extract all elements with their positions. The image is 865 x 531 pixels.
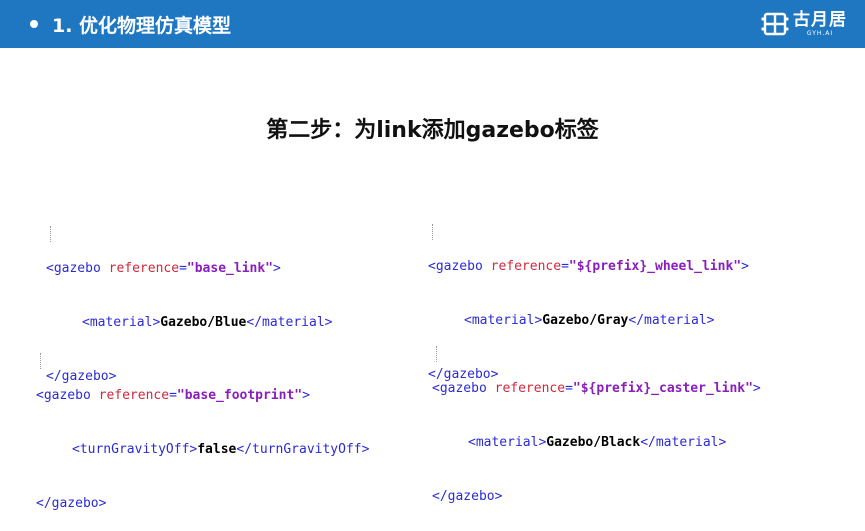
xml-value: "base_footprint" [176,388,303,403]
xml-value: "base_link" [186,261,273,276]
xml-tag: </material> [640,435,727,450]
code-line-close: </gazebo> [36,495,369,513]
code-line-close: </gazebo> [432,488,761,506]
indent-guide [432,224,433,240]
page-title: 第二步：为link添加gazebo标签 [266,118,599,143]
bullet-icon [30,20,38,28]
xml-tag: <turnGravityOff> [72,442,198,457]
xml-tag: <gazebo [432,381,487,396]
xml-tag: </turnGravityOff> [236,442,370,457]
xml-tag: > [752,381,761,396]
xml-eq: = [565,381,573,396]
code-line-open: <gazebo reference="${prefix}_wheel_link"… [428,258,749,276]
xml-text: false [197,442,237,457]
xml-tag: > [741,259,749,274]
header-bar: 1. 优化物理仿真模型 古月居 GYH.AI [0,0,865,48]
xml-tag: <material> [468,435,547,450]
code-line-open: <gazebo reference="base_link"> [46,260,332,278]
code-line-inner: <turnGravityOff>false</turnGravityOff> [36,441,369,459]
xml-tag: <gazebo [36,388,91,403]
xml-value: "${prefix}_caster_link" [572,381,753,396]
xml-tag: > [273,261,281,276]
xml-attr: reference [486,381,566,396]
xml-attr: reference [100,261,180,276]
xml-eq: = [561,259,569,274]
code-line-inner: <material>Gazebo/Blue</material> [46,314,332,332]
brand-domain: GYH.AI [806,29,834,37]
xml-eq: = [179,261,187,276]
xml-tag: </material> [246,315,333,330]
brand-mark-icon [761,12,789,36]
xml-attr: reference [482,259,562,274]
brand-name: 古月居 [793,9,847,30]
xml-tag: </gazebo> [432,489,503,504]
xml-attr: reference [90,388,170,403]
code-line-open: <gazebo reference="base_footprint"> [36,387,369,405]
xml-text: Gazebo/Blue [160,315,247,330]
code-line-open: <gazebo reference="${prefix}_caster_link… [432,380,761,398]
indent-guide [436,346,437,362]
section-title: 1. 优化物理仿真模型 [52,14,232,37]
xml-value: "${prefix}_wheel_link" [568,259,742,274]
xml-tag: <material> [82,315,161,330]
brand-logo: 古月居 GYH.AI [761,8,847,40]
indent-guide [50,226,51,242]
code-block-caster-link: <gazebo reference="${prefix}_caster_link… [432,326,761,524]
code-block-base-footprint: <gazebo reference="base_footprint"> <tur… [36,333,369,531]
xml-tag: <gazebo [46,261,101,276]
xml-eq: = [169,388,177,403]
xml-text: Gazebo/Black [546,435,641,450]
xml-tag: <gazebo [428,259,483,274]
code-line-inner: <material>Gazebo/Black</material> [432,434,761,452]
indent-guide [40,353,41,369]
xml-tag: > [302,388,310,403]
xml-tag: </gazebo> [36,496,107,511]
